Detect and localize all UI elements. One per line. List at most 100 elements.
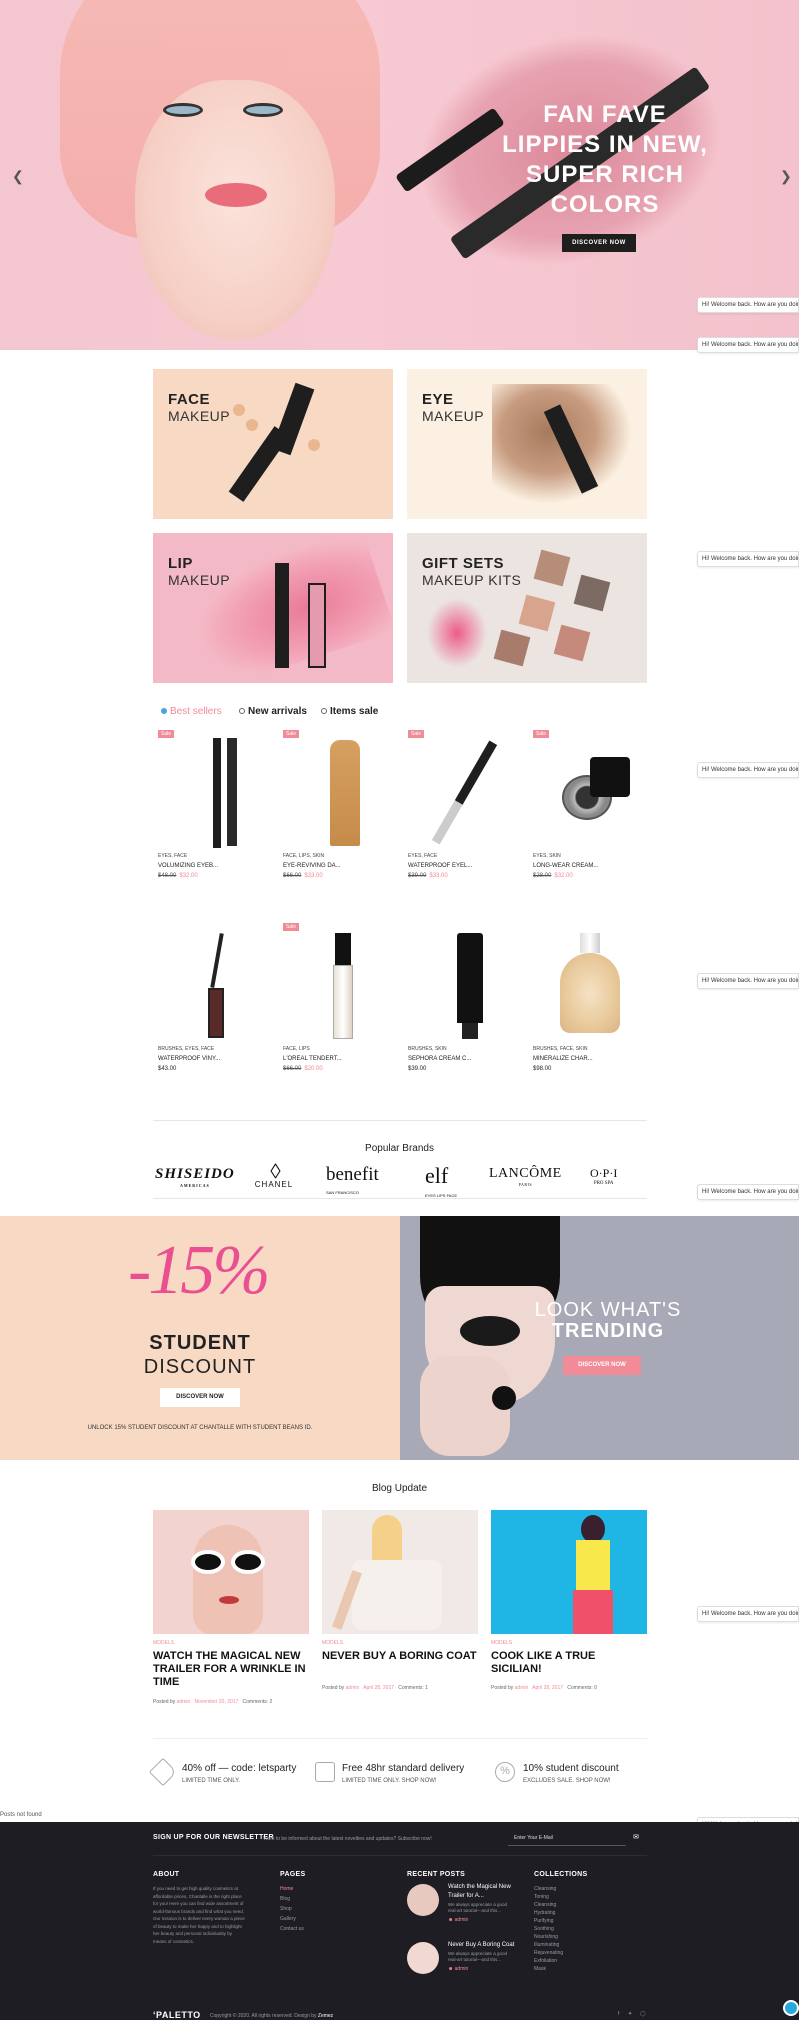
product-image xyxy=(165,928,265,1043)
recent-post-title[interactable]: Never Buy A Boring Coat xyxy=(448,1941,528,1950)
blog-image[interactable] xyxy=(491,1510,647,1634)
blog-image[interactable] xyxy=(153,1510,309,1634)
twitter-icon[interactable]: ✦ xyxy=(628,2011,632,2017)
product-name[interactable]: WATERPROOF VINY... xyxy=(158,1056,220,1062)
blog-title[interactable]: WATCH THE MAGICAL NEW TRAILER FOR A WRIN… xyxy=(153,1650,309,1689)
footer-link-shop[interactable]: Shop xyxy=(280,1906,292,1912)
instagram-icon[interactable]: ◯ xyxy=(640,2011,646,2017)
collection-link[interactable]: Purifying xyxy=(534,1918,553,1924)
collection-link[interactable]: Rejuvenating xyxy=(534,1950,563,1956)
divider xyxy=(153,1738,647,1739)
category-gift-sets[interactable]: GIFT SETS MAKEUP KITS xyxy=(407,533,647,683)
recent-post-thumbnail[interactable] xyxy=(407,1942,439,1974)
promo-discover-button[interactable]: DISCOVER NOW xyxy=(160,1388,240,1407)
footer-link-home[interactable]: Home xyxy=(280,1886,293,1892)
chat-bubble[interactable]: Hi! Welcome back. How are you doing? xyxy=(697,551,799,567)
category-subtitle: MAKEUP KITS xyxy=(422,572,522,588)
tab-items-sale[interactable]: Items sale xyxy=(321,706,378,717)
product-card[interactable]: Sale EYES, FACE WATERPROOF EYEL... $39.0… xyxy=(405,730,525,905)
product-card[interactable]: BRUSHES, SKIN SEPHORA CREAM C... $39.00 xyxy=(405,923,525,1098)
brand-chanel[interactable]: 〈〉 CHANEL xyxy=(252,1165,296,1190)
collection-link[interactable]: Mask xyxy=(534,1966,546,1972)
category-subtitle: MAKEUP xyxy=(422,408,485,424)
category-title: EYE xyxy=(422,391,454,408)
product-name[interactable]: EYE-REVIVING DA... xyxy=(283,863,341,869)
product-card[interactable]: Sale FACE, LIPS L'OREAL TENDERT... $66.0… xyxy=(280,923,400,1098)
product-name[interactable]: VOLUMIZING EYEB... xyxy=(158,863,218,869)
chat-bubble[interactable]: Hi! Welcome back. How are you doing? xyxy=(697,1184,799,1200)
footer-link-contact[interactable]: Contact us xyxy=(280,1926,304,1932)
product-card[interactable]: Sale EYES, FACE VOLUMIZING EYEB... $48.0… xyxy=(155,730,275,905)
brand-lancome[interactable]: LANCÔME PARIS xyxy=(489,1166,562,1187)
chat-bubble[interactable]: Hi! Welcome back. How are you doing? xyxy=(697,1606,799,1622)
footer-logo[interactable]: ‘PALETTO xyxy=(153,2010,201,2020)
category-lip-makeup[interactable]: LIP MAKEUP xyxy=(153,533,393,683)
hero-discover-button[interactable]: DISCOVER NOW xyxy=(562,234,636,252)
model-lips xyxy=(460,1316,520,1346)
product-card[interactable]: Sale EYES, SKIN LONG-WEAR CREAM... $28.0… xyxy=(530,730,650,905)
collection-link[interactable]: Cleansing xyxy=(534,1886,556,1892)
recent-post-title[interactable]: Watch the Magical New Trailer for A... xyxy=(448,1883,528,1901)
product-price: $39.00 $33.00 xyxy=(408,873,448,879)
collection-link[interactable]: Toning xyxy=(534,1894,549,1900)
blog-category[interactable]: MODELS xyxy=(491,1640,512,1646)
product-name[interactable]: LONG-WEAR CREAM... xyxy=(533,863,598,869)
blog-meta: Posted by admin November 20, 2017 Commen… xyxy=(153,1699,273,1705)
product-card[interactable]: Sale FACE, LIPS, SKIN EYE-REVIVING DA...… xyxy=(280,730,400,905)
blog-category[interactable]: MODELS xyxy=(322,1640,343,1646)
recent-post-author[interactable]: ☻ admin xyxy=(448,1966,468,1972)
hero-model-eye xyxy=(163,103,203,117)
product-name[interactable]: WATERPROOF EYEL... xyxy=(408,863,472,869)
blog-category[interactable]: MODELS xyxy=(153,1640,174,1646)
category-eye-makeup[interactable]: EYE MAKEUP xyxy=(407,369,647,519)
chat-bubble[interactable]: Hi! Welcome back. How are you doing? xyxy=(697,973,799,989)
chat-bubble[interactable]: Hi! Welcome back. How are you doing? xyxy=(697,297,799,313)
brand-benefit[interactable]: benefit SAN FRANCISCO xyxy=(326,1165,379,1202)
recent-post-excerpt: We always appreciate a good real-art tut… xyxy=(448,1951,507,1962)
gift-blush-swatch xyxy=(427,598,487,668)
product-price: $28.00 $32.00 xyxy=(533,873,573,879)
collection-link[interactable]: Illuminating xyxy=(534,1942,559,1948)
footer-link-blog[interactable]: Blog xyxy=(280,1896,290,1902)
product-image xyxy=(540,928,640,1043)
footer-link-gallery[interactable]: Gallery xyxy=(280,1916,296,1922)
blog-title[interactable]: COOK LIKE A TRUE SICILIAN! xyxy=(491,1650,647,1676)
tab-new-arrivals[interactable]: New arrivals xyxy=(239,706,307,717)
newsletter-label: SIGN UP FOR OUR NEWSLETTER xyxy=(153,1834,274,1841)
tab-best-sellers[interactable]: Best sellers xyxy=(161,706,222,717)
collection-link[interactable]: Exfoliation xyxy=(534,1958,557,1964)
hero-slider: FAN FAVE LIPPIES IN NEW, SUPER RICH COLO… xyxy=(0,0,799,350)
blog-heading: Blog Update xyxy=(371,1483,428,1494)
chevron-left-icon[interactable]: ❮ xyxy=(12,168,24,185)
promo-subtitle: DISCOUNT xyxy=(143,1356,257,1378)
blog-title[interactable]: NEVER BUY A BORING COAT xyxy=(322,1650,478,1663)
product-name[interactable]: L'OREAL TENDERT... xyxy=(283,1056,342,1062)
email-field[interactable]: Enter Your E-Mail xyxy=(508,1829,635,1846)
collection-link[interactable]: Cleansing xyxy=(534,1902,556,1908)
hero-title: FAN FAVE LIPPIES IN NEW, SUPER RICH COLO… xyxy=(502,101,708,218)
collection-link[interactable]: Soothing xyxy=(534,1926,554,1932)
eyeshadow-pan xyxy=(533,549,571,587)
recent-post-author[interactable]: ☻ admin xyxy=(448,1917,468,1923)
trending-title: LOOK WHAT'S xyxy=(534,1299,682,1321)
recent-post-thumbnail[interactable] xyxy=(407,1884,439,1916)
collection-link[interactable]: Hydrating xyxy=(534,1910,555,1916)
brand-opi[interactable]: O·P·I PRO SPA xyxy=(590,1166,617,1186)
chevron-right-icon[interactable]: ❯ xyxy=(780,168,792,185)
facebook-icon[interactable]: f xyxy=(618,2011,619,2017)
brand-elf[interactable]: elf EYES LIPS FACE xyxy=(425,1165,457,1206)
product-card[interactable]: BRUSHES, FACE, SKIN MINERALIZE CHAR... $… xyxy=(530,923,650,1098)
product-name[interactable]: MINERALIZE CHAR... xyxy=(533,1056,593,1062)
trending-discover-button[interactable]: DISCOVER NOW xyxy=(563,1356,641,1375)
chat-bubble[interactable]: Hi! Welcome back. How are you doing? xyxy=(697,337,799,353)
collection-link[interactable]: Nourishing xyxy=(534,1934,558,1940)
chat-launcher-icon[interactable] xyxy=(783,2000,799,2016)
product-name[interactable]: SEPHORA CREAM C... xyxy=(408,1056,471,1062)
send-icon[interactable]: ✉ xyxy=(626,1829,646,1846)
category-face-makeup[interactable]: FACE MAKEUP xyxy=(153,369,393,519)
blog-image[interactable] xyxy=(322,1510,478,1634)
brand-shiseido[interactable]: SHISEIDO AMERICAS xyxy=(155,1166,235,1188)
chat-bubble[interactable]: Hi! Welcome back. How are you doing? xyxy=(697,762,799,778)
product-card[interactable]: BRUSHES, EYES, FACE WATERPROOF VINY... $… xyxy=(155,923,275,1098)
product-price: $39.00 xyxy=(408,1066,427,1072)
